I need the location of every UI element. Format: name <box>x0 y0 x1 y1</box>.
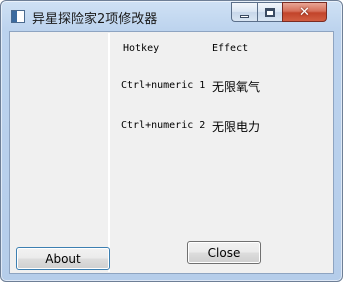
minimize-button[interactable] <box>231 2 257 22</box>
trainer-window: 异星探险家2项修改器 ✕ About Hotkey Effect Ctrl+nu… <box>0 0 343 282</box>
side-panel <box>11 33 110 272</box>
effect-column-header: Effect <box>212 43 249 54</box>
close-icon: ✕ <box>299 4 310 20</box>
maximize-icon <box>265 7 275 17</box>
effect-row-2: 无限电力 <box>212 120 261 134</box>
window-close-button[interactable]: ✕ <box>282 2 327 22</box>
window-controls: ✕ <box>231 2 327 22</box>
hotkey-row-1: Ctrl+numeric 1 <box>121 80 206 91</box>
client-area: About Hotkey Effect Ctrl+numeric 1 无限氧气 … <box>9 31 334 274</box>
maximize-button[interactable] <box>257 2 282 22</box>
effect-row-1: 无限氧气 <box>212 80 261 94</box>
minimize-icon <box>240 14 249 18</box>
app-window-icon <box>11 10 25 23</box>
hotkey-column-header: Hotkey <box>123 43 160 54</box>
hotkey-row-2: Ctrl+numeric 2 <box>121 120 206 131</box>
about-button[interactable]: About <box>16 247 110 270</box>
title-bar[interactable]: 异星探险家2项修改器 ✕ <box>1 1 342 31</box>
close-button[interactable]: Close <box>187 241 261 264</box>
window-title: 异星探险家2项修改器 <box>32 12 158 27</box>
